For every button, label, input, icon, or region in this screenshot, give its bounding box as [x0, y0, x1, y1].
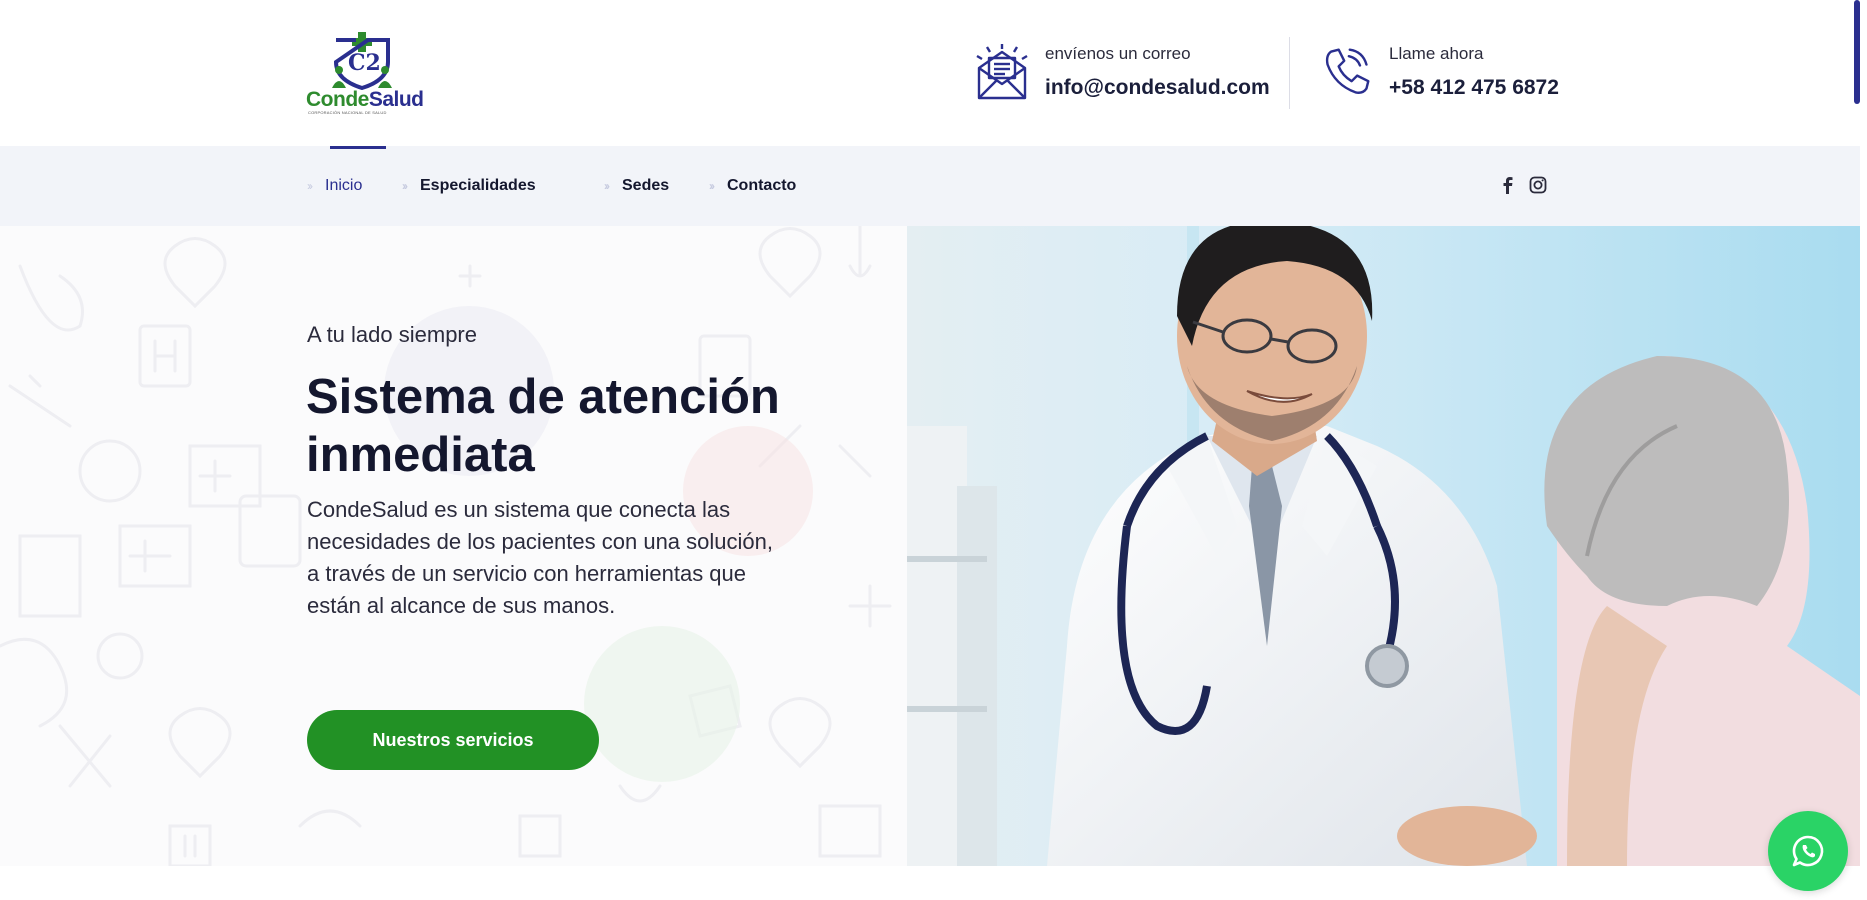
phone-icon — [1325, 48, 1370, 94]
phone-contact[interactable]: Llame ahora +58 412 475 6872 — [1322, 44, 1582, 114]
hero-eyebrow: A tu lado siempre — [307, 322, 477, 347]
nav-label-inicio: Inicio — [325, 177, 363, 194]
decor-circle — [584, 626, 740, 782]
hero-photo-illustration — [907, 226, 1860, 866]
logo-tagline: CORPORACIÓN NACIONAL DE SALUD — [308, 110, 387, 115]
nav-label-contacto: Contacto — [727, 177, 797, 194]
hero-description: CondeSalud es un sistema que conecta las… — [307, 497, 773, 618]
nav-item-contacto[interactable]: ›› Contacto — [709, 146, 796, 226]
facebook-icon[interactable] — [1498, 175, 1518, 195]
top-header: C2 CondeSalud CORPORACIÓN NACIONAL DE SA… — [0, 0, 1860, 146]
logo-wordmark: CondeSalud — [306, 88, 424, 112]
phone-label: Llame ahora — [1389, 44, 1484, 63]
email-label: envíenos un correo — [1045, 44, 1191, 63]
logo-word-salud: Salud — [368, 88, 424, 111]
main-navigation: ›› Inicio ›› Especialidades ›› Sedes ›› … — [0, 146, 1860, 226]
hero-text-panel: A tu lado siempre Sistema de atención in… — [0, 226, 907, 866]
email-address[interactable]: info@condesalud.com — [1045, 76, 1270, 100]
nav-separator: ›› — [307, 179, 313, 193]
doctor-with-patient-photo — [907, 226, 1860, 866]
logo-shield-icon: C2 — [332, 32, 392, 90]
nav-separator: ›› — [604, 179, 610, 193]
scroll-indicator[interactable] — [1854, 0, 1860, 104]
services-cta-button[interactable]: Nuestros servicios — [307, 710, 599, 770]
site-logo[interactable]: C2 CondeSalud CORPORACIÓN NACIONAL DE SA… — [306, 30, 424, 116]
hero-title: Sistema de atención inmediata — [306, 370, 780, 482]
nav-separator: ›› — [709, 179, 715, 193]
instagram-icon[interactable] — [1528, 175, 1548, 195]
phone-number[interactable]: +58 412 475 6872 — [1389, 76, 1559, 100]
nav-separator: ›› — [402, 179, 408, 193]
hero-section: A tu lado siempre Sistema de atención in… — [0, 226, 1860, 866]
whatsapp-chat-button[interactable] — [1768, 811, 1848, 891]
header-divider — [1289, 37, 1290, 109]
nav-label-sedes: Sedes — [622, 177, 670, 194]
email-contact[interactable]: envíenos un correo info@condesalud.com — [975, 44, 1275, 114]
whatsapp-icon — [1792, 835, 1824, 867]
mail-envelope-icon — [976, 44, 1028, 100]
nav-item-especialidades[interactable]: ›› Especialidades — [402, 146, 536, 226]
nav-item-inicio[interactable]: ›› Inicio — [307, 146, 387, 226]
logo-word-conde: Conde — [306, 88, 369, 111]
nav-item-sedes[interactable]: ›› Sedes — [604, 146, 669, 226]
svg-text:C2: C2 — [348, 50, 381, 76]
nav-label-especialidades: Especialidades — [420, 177, 536, 194]
